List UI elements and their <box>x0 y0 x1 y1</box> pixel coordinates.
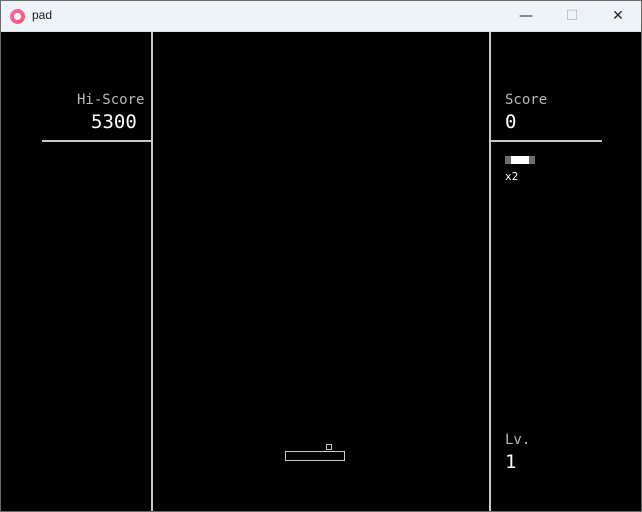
hiscore-label: Hi-Score <box>77 92 145 108</box>
ball <box>326 444 332 450</box>
game-window: pad — ☐ ✕ Hi-Score 5300 Score 0 x2 Lv. 1 <box>0 0 642 512</box>
close-button[interactable]: ✕ <box>595 1 641 31</box>
power-meter-segment <box>529 156 535 164</box>
window-title: pad <box>32 8 53 22</box>
game-area[interactable]: Hi-Score 5300 Score 0 x2 Lv. 1 <box>1 32 641 511</box>
level-value: 1 <box>505 451 517 473</box>
playfield-left-wall <box>151 32 153 511</box>
multiplier-label: x2 <box>505 170 519 183</box>
power-meter <box>505 156 535 164</box>
level-label: Lv. <box>505 432 531 448</box>
score-label: Score <box>505 92 548 108</box>
minimize-button[interactable]: — <box>503 1 549 31</box>
hiscore-divider <box>42 140 153 142</box>
score-divider <box>491 140 602 142</box>
playfield-right-wall <box>489 32 491 511</box>
maximize-button[interactable]: ☐ <box>549 1 595 31</box>
paddle[interactable] <box>285 451 345 461</box>
title-bar[interactable]: pad — ☐ ✕ <box>1 1 641 32</box>
hiscore-value: 5300 <box>91 111 137 133</box>
app-icon <box>10 9 25 24</box>
power-meter-fill <box>511 156 529 164</box>
score-value: 0 <box>505 111 517 133</box>
